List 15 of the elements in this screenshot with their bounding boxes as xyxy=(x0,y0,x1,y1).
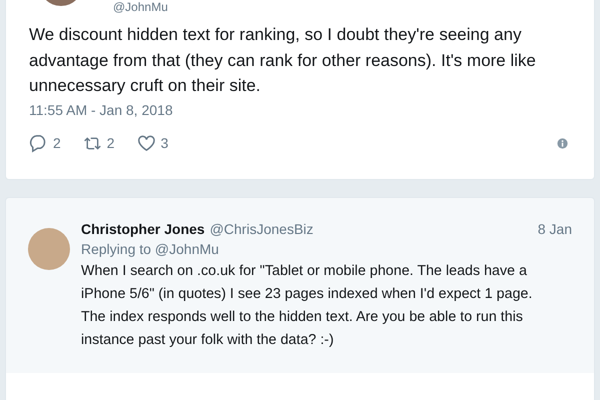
tweet-text: We discount hidden text for ranking, so I doubt they're seeing any advantage from that (they can rank for other reasons). It's more like unnecessary cruft on their site. xyxy=(29,24,537,97)
timestamp[interactable]: 11:55 AM - Jan 8, 2018 xyxy=(29,102,572,118)
heart-icon[interactable] xyxy=(136,134,156,152)
user-handle[interactable]: @JohnMu xyxy=(113,0,168,14)
user-name[interactable]: Christopher Jones xyxy=(81,221,205,237)
replying-to: Replying to @JohnMu xyxy=(81,241,220,257)
info-icon[interactable] xyxy=(557,138,568,148)
avatar xyxy=(28,228,70,270)
reply-text: When I search on .co.uk for "Tablet or mobile phone. The leads have a iPhone 5/6" (in quotes) I see 23 pages indexed when I'd expect 1 page. The index responds well to the hidden text. Are you be able to run this instance past your folk with the data? :-) xyxy=(81,262,534,350)
like-count: 3 xyxy=(160,135,168,151)
user-handle[interactable]: @ChrisJonesBiz xyxy=(210,221,314,237)
reply-icon[interactable] xyxy=(29,134,48,152)
retweet-count: 2 xyxy=(106,135,115,151)
reply-count: 2 xyxy=(53,135,61,151)
reply-date[interactable]: 8 Jan xyxy=(538,221,572,237)
